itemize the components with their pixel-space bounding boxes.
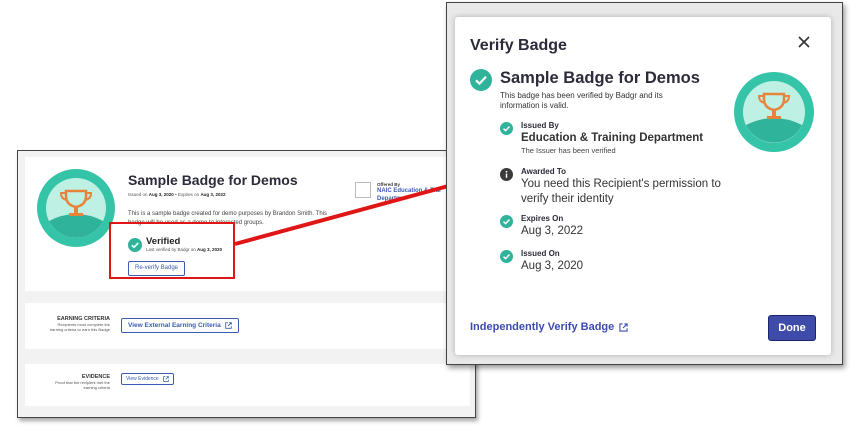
modal-title: Verify Badge (470, 37, 567, 54)
verify-modal-window: Verify Badge Sample Badge for Demos This… (446, 2, 843, 365)
issued-on-value: Aug 3, 2020 (521, 260, 584, 272)
awarded-to-item: Awarded To You need this Recipient's per… (500, 167, 721, 207)
issued-on-item: Issued On Aug 3, 2020 (500, 249, 583, 274)
check-circle-icon (500, 122, 513, 135)
issued-on-label: Issued On (521, 249, 560, 258)
expires-on-value: Aug 3, 2022 (521, 225, 584, 237)
verification-message: This badge has been verified by Badgr an… (500, 91, 663, 110)
done-button[interactable]: Done (768, 315, 816, 341)
badge-image-icon (734, 72, 814, 152)
verify-badge-modal: Verify Badge Sample Badge for Demos This… (455, 17, 831, 355)
verified-check-icon (470, 69, 492, 91)
info-icon (500, 168, 513, 181)
recipient-permission-note: You need this Recipient's permission to … (521, 178, 721, 205)
issued-by-label: Issued By (521, 121, 559, 130)
check-circle-icon (500, 250, 513, 263)
expires-on-label: Expires On (521, 214, 564, 223)
screenshot-composite: Sample Badge for Demos Issued on Aug 3, … (0, 0, 859, 433)
issuer-name: Education & Training Department (521, 132, 704, 144)
modal-badge-name: Sample Badge for Demos (500, 69, 700, 87)
close-icon[interactable] (797, 35, 811, 49)
expires-on-item: Expires On Aug 3, 2022 (500, 214, 583, 239)
issuer-verified-note: The Issuer has been verified (521, 146, 616, 155)
issued-by-item: Issued By Education & Training Departmen… (500, 121, 703, 156)
independently-verify-link[interactable]: Independently Verify Badge (470, 321, 628, 333)
check-circle-icon (500, 215, 513, 228)
awarded-to-label: Awarded To (521, 167, 567, 176)
external-link-icon (619, 322, 628, 332)
